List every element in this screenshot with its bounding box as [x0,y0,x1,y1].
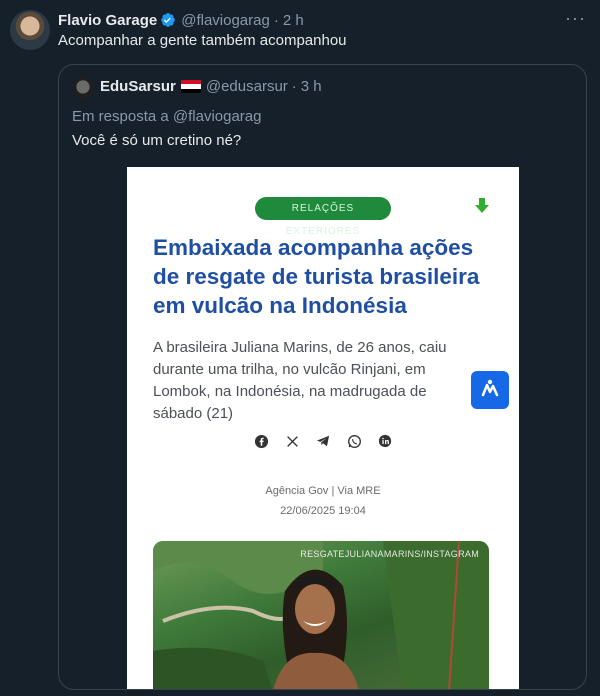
share-bar [253,433,393,449]
quoted-tweet-header: EduSarsur @edusarsur · 3 h [100,78,322,95]
author-avatar[interactable] [10,10,50,50]
accessibility-icon [471,371,509,409]
quoted-tweet-time[interactable]: 3 h [301,78,322,95]
photo-credit: RESGATEJULIANAMARINS/INSTAGRAM [300,549,479,559]
article-lede: A brasileira Juliana Marins, de 26 anos,… [153,339,447,422]
article-headline: Embaixada acompanha ações de resgate de … [153,235,480,318]
separator-dot: · [273,11,279,29]
reply-context: Em resposta a @flaviogarag [72,108,262,125]
quoted-tweet-text: Você é só um cretino né? [72,132,242,149]
x-icon[interactable] [284,433,300,449]
linkedin-icon[interactable] [377,433,393,449]
quoted-author-name[interactable]: EduSarsur [100,78,176,95]
verified-badge-icon [161,13,176,27]
flag-icon [180,80,201,93]
quoted-author-handle[interactable]: @edusarsur [206,78,288,95]
facebook-icon[interactable] [253,433,269,449]
tweet-header: Flavio Garage @flaviogarag · 2 h [58,10,304,30]
author-name[interactable]: Flavio Garage [58,12,157,29]
download-icon [475,198,489,213]
article-screenshot[interactable]: RELAÇÕES EXTERIORES Embaixada acompanha … [127,167,519,689]
author-handle[interactable]: @flaviogarag [181,12,270,29]
article-photo: RESGATEJULIANAMARINS/INSTAGRAM [153,541,489,689]
separator-dot: · [291,78,297,95]
whatsapp-icon[interactable] [346,433,362,449]
tweet: Flavio Garage @flaviogarag · 2 h ··· Aco… [0,0,600,696]
category-badge: RELAÇÕES EXTERIORES [255,197,391,237]
tweet-text: Acompanhar a gente também acompanhou [58,32,347,49]
tweet-time[interactable]: 2 h [283,12,304,29]
article-date: 22/06/2025 19:04 [280,505,366,517]
quoted-tweet[interactable]: EduSarsur @edusarsur · 3 h Em resposta a… [58,64,587,690]
more-icon[interactable]: ··· [565,9,586,27]
article-source: Agência Gov | Via MRE [265,485,381,497]
telegram-icon[interactable] [315,433,331,449]
quoted-author-avatar[interactable] [72,77,94,99]
